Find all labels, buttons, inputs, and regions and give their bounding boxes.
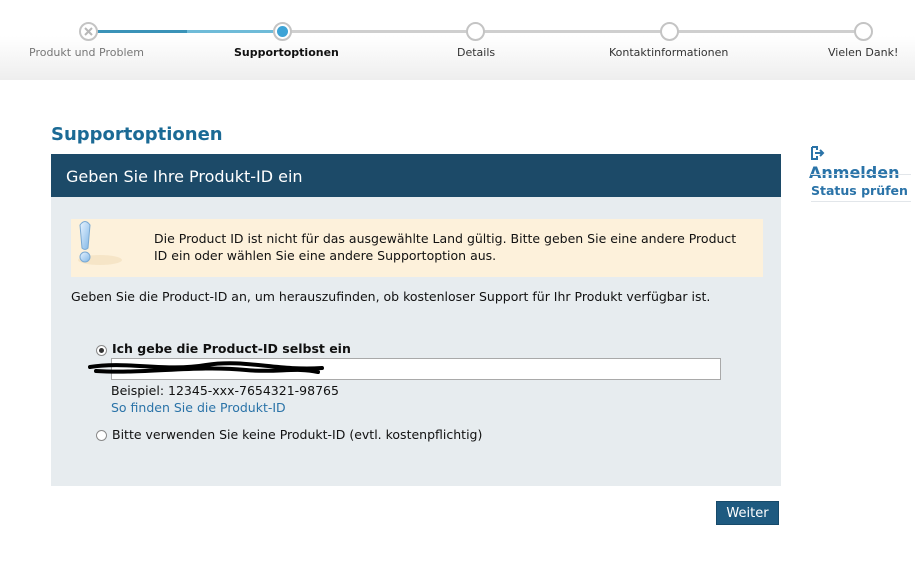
- radio-no-product-id[interactable]: [96, 430, 107, 441]
- x-icon: [84, 27, 93, 36]
- step-circle-active: [273, 22, 292, 41]
- radio-manual-product-id[interactable]: [96, 345, 107, 356]
- redaction-scribble: [88, 361, 324, 374]
- radio-label-manual[interactable]: Ich gebe die Product-ID selbst ein: [112, 341, 351, 356]
- check-status-link[interactable]: Status prüfen: [811, 183, 908, 198]
- panel-heading: Geben Sie Ihre Produkt-ID ein: [51, 154, 781, 197]
- step-label-support-options: Supportoptionen: [234, 46, 339, 59]
- progress-track-pending: [291, 30, 857, 33]
- step-circle-completed: [79, 22, 98, 41]
- intro-text: Geben Sie die Product-ID an, um herauszu…: [71, 289, 711, 304]
- product-id-example: Beispiel: 12345-xxx-7654321-98765: [111, 383, 339, 398]
- login-link[interactable]: Anmelden: [809, 144, 915, 182]
- step-circle-thanks: [854, 22, 873, 41]
- exclamation-icon: [78, 221, 122, 265]
- notice-box: Die Product ID ist nicht für das ausgewä…: [71, 219, 763, 277]
- step-circle-details: [466, 22, 485, 41]
- step-label-details: Details: [457, 46, 496, 59]
- sidebar-divider: [811, 174, 911, 175]
- progress-track-current: [187, 30, 275, 33]
- progress-stepper: Produkt und Problem Supportoptionen Deta…: [0, 0, 915, 80]
- step-label-contact: Kontaktinformationen: [609, 46, 729, 59]
- step-circle-contact: [660, 22, 679, 41]
- continue-button[interactable]: Weiter: [716, 501, 779, 525]
- step-label-thanks: Vielen Dank!: [828, 46, 899, 59]
- page-title: Supportoptionen: [51, 124, 223, 145]
- find-product-id-link[interactable]: So finden Sie die Produkt-ID: [111, 400, 286, 415]
- login-icon: [811, 146, 825, 160]
- radio-label-no-product-id[interactable]: Bitte verwenden Sie keine Produkt-ID (ev…: [112, 427, 482, 442]
- progress-track-done: [97, 30, 187, 33]
- login-label[interactable]: Anmelden: [809, 163, 899, 182]
- product-id-panel: Geben Sie Ihre Produkt-ID ein Die Produc…: [51, 154, 781, 486]
- step-label-product: Produkt und Problem: [29, 46, 144, 59]
- sidebar-divider: [811, 201, 911, 202]
- notice-text: Die Product ID ist nicht für das ausgewä…: [154, 231, 737, 263]
